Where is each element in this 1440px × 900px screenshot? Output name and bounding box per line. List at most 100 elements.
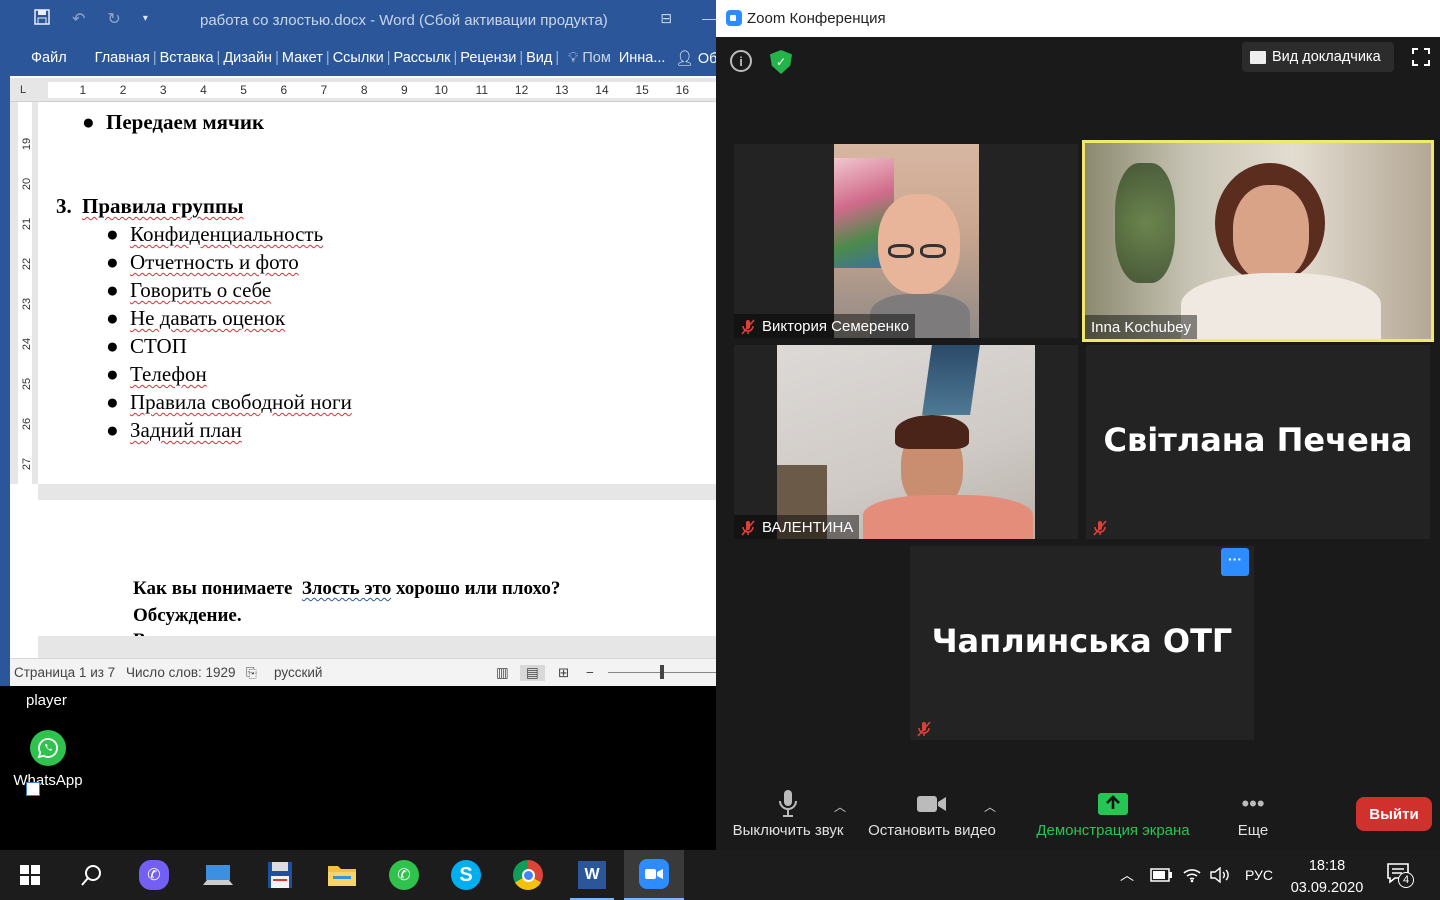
zoom-slider-knob[interactable] bbox=[660, 665, 664, 679]
grid-view-icon bbox=[1250, 50, 1266, 64]
participant-more-button[interactable]: ··· bbox=[1221, 548, 1249, 576]
lightbulb-icon: 💡︎ bbox=[568, 50, 579, 66]
leave-meeting-button[interactable]: Выйти bbox=[1356, 797, 1432, 831]
taskbar-save-app[interactable] bbox=[250, 850, 310, 900]
web-layout-icon[interactable]: ⊞ bbox=[558, 665, 569, 681]
minimize-icon[interactable]: — bbox=[702, 10, 716, 27]
wifi-icon[interactable] bbox=[1182, 850, 1202, 900]
muted-mic-icon bbox=[916, 721, 932, 737]
ruler-number: 10 bbox=[434, 83, 448, 97]
input-language[interactable]: РУС bbox=[1245, 850, 1273, 900]
desktop: player WhatsApp bbox=[0, 686, 716, 850]
document-page-2[interactable]: Как вы понимаете Злость это хорошо или п… bbox=[38, 500, 716, 636]
participant-tile[interactable]: ВАЛЕНТИНА bbox=[734, 345, 1078, 539]
tray-show-hidden-icon[interactable]: ︿ bbox=[1120, 850, 1134, 900]
taskbar-this-pc[interactable] bbox=[188, 850, 248, 900]
customize-qat-icon[interactable]: ▾ bbox=[143, 13, 148, 30]
muted-mic-icon bbox=[740, 519, 756, 536]
ruler-number: 2 bbox=[119, 83, 127, 97]
zoom-out-icon[interactable]: − bbox=[586, 665, 594, 680]
participant-tile[interactable]: Світлана Печена bbox=[1086, 345, 1430, 539]
account-name[interactable]: Инна... bbox=[619, 50, 666, 66]
participant-tile[interactable]: Чаплинська ОТГ bbox=[910, 546, 1254, 740]
ribbon-display-icon[interactable]: ⊟ bbox=[660, 10, 672, 27]
ruler-number: 13 bbox=[555, 83, 569, 97]
share-screen-button[interactable]: Демонстрация экрана bbox=[1032, 786, 1194, 839]
participant-tile[interactable]: Виктория Семеренко bbox=[734, 144, 1078, 338]
muted-mic-icon bbox=[740, 318, 756, 335]
participant-display-name: Чаплинська ОТГ bbox=[931, 622, 1233, 660]
action-center-icon[interactable]: 4 bbox=[1386, 862, 1414, 888]
tab-references[interactable]: Ссылки bbox=[331, 50, 386, 66]
security-shield-icon[interactable]: ✓ bbox=[770, 50, 792, 74]
tab-selector[interactable]: L bbox=[20, 84, 26, 96]
quick-access-toolbar: ↶ ↻ ▾ bbox=[34, 9, 148, 30]
redo-icon[interactable]: ↻ bbox=[107, 9, 120, 30]
vertical-ruler-number: 23 bbox=[21, 297, 33, 311]
section-heading: 3. Правила группы bbox=[56, 194, 244, 218]
tab-design[interactable]: Дизайн bbox=[221, 50, 274, 66]
windows-taskbar: ✆ ✆ S W ︿ РУС 18:18 03.09.2020 4 bbox=[0, 850, 1440, 900]
mute-button[interactable]: Выключить звук bbox=[728, 786, 848, 839]
taskbar-zoom[interactable] bbox=[624, 850, 684, 900]
taskbar-skype[interactable]: S bbox=[436, 850, 496, 900]
participant-tile-active-speaker[interactable]: Inna Kochubey bbox=[1082, 140, 1434, 342]
info-icon[interactable]: i bbox=[730, 50, 752, 72]
tab-view[interactable]: Вид bbox=[524, 50, 554, 66]
language[interactable]: русский bbox=[274, 665, 322, 680]
undo-icon[interactable]: ↶ bbox=[72, 9, 85, 30]
horizontal-ruler[interactable]: L 1 2 3 4 5 6 7 8 9 10 11 12 13 14 15 16 bbox=[10, 78, 716, 102]
ribbon-tabs: Файл Главная | Вставка | Дизайн | Макет | Сс… bbox=[0, 40, 726, 76]
taskbar-viber[interactable]: ✆ bbox=[124, 850, 184, 900]
whatsapp-icon: ✆ bbox=[389, 860, 419, 890]
tab-insert[interactable]: Вставка bbox=[158, 50, 216, 66]
taskbar-whatsapp[interactable]: ✆ bbox=[374, 850, 434, 900]
taskbar-file-explorer[interactable] bbox=[312, 850, 372, 900]
word-document-title: работа со злостью.docx - Word (Сбой акти… bbox=[200, 12, 608, 29]
search-button[interactable] bbox=[62, 850, 122, 900]
volume-icon[interactable] bbox=[1210, 850, 1232, 900]
zoom-icon bbox=[639, 859, 669, 889]
read-mode-icon[interactable]: ▥ bbox=[496, 665, 509, 681]
print-layout-icon[interactable]: ▤ bbox=[520, 665, 545, 681]
computer-icon bbox=[203, 865, 233, 885]
tab-home[interactable]: Главная bbox=[93, 50, 152, 66]
page-count[interactable]: Страница 1 из 7 bbox=[14, 665, 115, 680]
speaker-view-button[interactable]: Вид докладчика bbox=[1242, 42, 1394, 72]
chrome-icon bbox=[513, 860, 543, 890]
stop-video-button[interactable]: Остановить видео bbox=[866, 786, 998, 839]
tab-review[interactable]: Рецензи bbox=[458, 50, 518, 66]
vertical-ruler-number: 20 bbox=[21, 177, 33, 191]
tab-mailings[interactable]: Рассылк bbox=[392, 50, 453, 66]
ruler-number: 7 bbox=[320, 83, 328, 97]
audio-options-caret[interactable]: ︿ bbox=[834, 798, 846, 815]
participant-name: Inna Kochubey bbox=[1085, 315, 1198, 339]
more-button[interactable]: ••• Еще bbox=[1220, 786, 1286, 839]
search-icon bbox=[81, 865, 101, 886]
taskbar-clock[interactable]: 18:18 03.09.2020 bbox=[1282, 855, 1372, 899]
tab-layout[interactable]: Макет bbox=[280, 50, 325, 66]
word-count[interactable]: Число слов: 1929 bbox=[126, 665, 236, 680]
save-icon[interactable] bbox=[34, 9, 50, 30]
video-camera-icon bbox=[866, 786, 998, 822]
taskbar-word[interactable]: W bbox=[562, 850, 622, 900]
folder-icon bbox=[328, 866, 356, 886]
viber-icon: ✆ bbox=[139, 860, 169, 890]
start-button[interactable] bbox=[0, 850, 60, 900]
participant-video bbox=[834, 144, 979, 338]
fullscreen-icon[interactable] bbox=[1412, 48, 1430, 66]
desktop-whatsapp-shortcut[interactable]: WhatsApp bbox=[8, 730, 88, 796]
document-page[interactable]: ● Передаем мячик 3. Правила группы ● Конфид… bbox=[38, 102, 716, 484]
taskbar-chrome[interactable] bbox=[498, 850, 558, 900]
participant-video bbox=[777, 345, 1035, 539]
more-dots-icon: ••• bbox=[1241, 791, 1265, 816]
proofing-icon[interactable]: ⎘ bbox=[246, 665, 257, 681]
video-options-caret[interactable]: ︿ bbox=[984, 798, 996, 815]
tell-me-box[interactable]: 💡︎ Пом bbox=[568, 50, 611, 66]
battery-icon[interactable] bbox=[1150, 850, 1172, 900]
vertical-ruler[interactable]: 19 20 21 22 23 24 25 26 27 bbox=[10, 102, 38, 484]
desktop-player-label[interactable]: player bbox=[26, 692, 67, 709]
tab-file[interactable]: Файл bbox=[29, 50, 69, 66]
vertical-ruler-number: 21 bbox=[21, 217, 33, 231]
ruler-number: 9 bbox=[401, 83, 408, 97]
